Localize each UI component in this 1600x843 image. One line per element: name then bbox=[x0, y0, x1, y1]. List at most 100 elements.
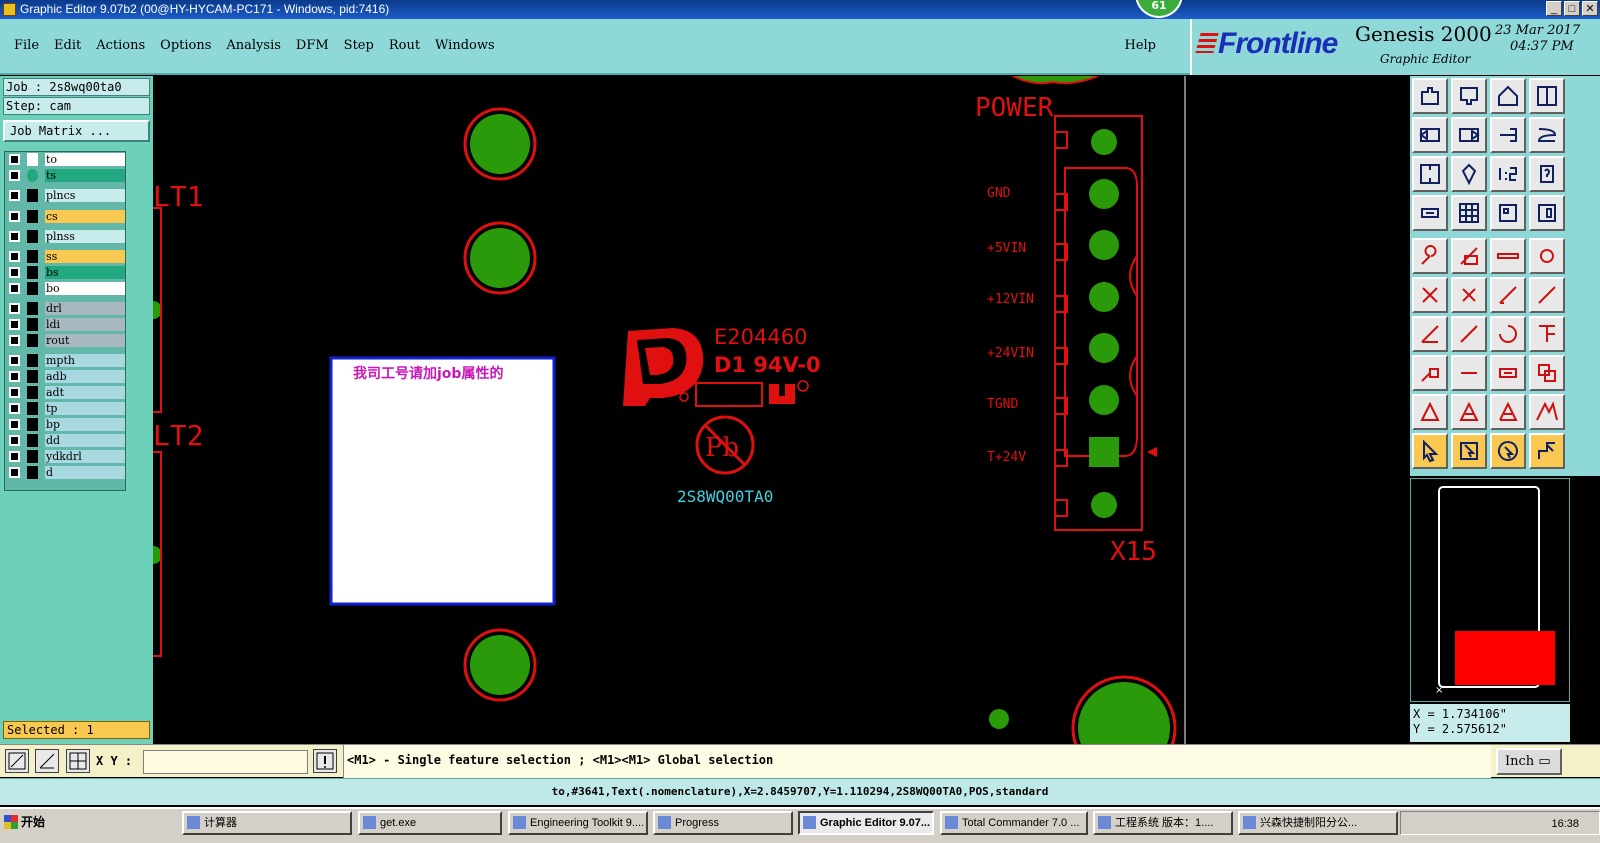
taskbar-item[interactable]: Engineering Toolkit 9.... bbox=[508, 811, 648, 835]
layer-checkbox[interactable] bbox=[9, 211, 20, 222]
zoom-fit-icon[interactable] bbox=[1412, 156, 1448, 192]
query-icon[interactable] bbox=[1529, 156, 1565, 192]
rotate-icon[interactable] bbox=[1490, 316, 1526, 352]
grid-icon[interactable] bbox=[1451, 195, 1487, 231]
angle-icon[interactable] bbox=[1412, 316, 1448, 352]
xy-input[interactable] bbox=[143, 750, 308, 774]
layer-work-mark[interactable] bbox=[27, 189, 38, 202]
measure-icon[interactable] bbox=[35, 749, 59, 773]
warning-icon[interactable] bbox=[1412, 394, 1448, 430]
alert-icon[interactable] bbox=[313, 749, 337, 773]
taskbar-item[interactable]: get.exe bbox=[358, 811, 502, 835]
reshape-icon[interactable] bbox=[1529, 355, 1565, 391]
select-arrow-icon[interactable] bbox=[1412, 433, 1448, 469]
layer-work-mark[interactable] bbox=[27, 386, 38, 399]
layer-work-mark[interactable] bbox=[27, 354, 38, 367]
layer-row-ts[interactable]: ts bbox=[9, 169, 125, 182]
slash-icon[interactable] bbox=[1451, 316, 1487, 352]
pan-left-icon[interactable] bbox=[1412, 117, 1448, 153]
layer-checkbox[interactable] bbox=[9, 319, 20, 330]
layer-work-mark[interactable] bbox=[27, 230, 38, 243]
home-bottom-icon[interactable] bbox=[1451, 78, 1487, 114]
taskbar-item[interactable]: 兴森快捷制阳分公... bbox=[1238, 811, 1398, 835]
layer-row-adt[interactable]: adt bbox=[9, 386, 125, 399]
layer-checkbox[interactable] bbox=[9, 283, 20, 294]
delete-feature-icon[interactable] bbox=[1451, 277, 1487, 313]
layer-work-mark[interactable] bbox=[27, 282, 38, 295]
layer-checkbox[interactable] bbox=[9, 403, 20, 414]
mirror-icon[interactable] bbox=[1529, 316, 1565, 352]
layer-checkbox[interactable] bbox=[9, 303, 20, 314]
minimize-button[interactable]: _ bbox=[1546, 1, 1562, 16]
select-box-icon[interactable] bbox=[1451, 433, 1487, 469]
layer-work-mark[interactable] bbox=[27, 318, 38, 331]
units-selector[interactable]: Inch ▭ bbox=[1496, 748, 1562, 775]
layer-checkbox[interactable] bbox=[9, 190, 20, 201]
layer-checkbox[interactable] bbox=[9, 419, 20, 430]
circle-fill-icon[interactable] bbox=[1529, 238, 1565, 274]
resize-icon[interactable] bbox=[1490, 355, 1526, 391]
close-button[interactable]: ✕ bbox=[1582, 1, 1598, 16]
menu-file[interactable]: File bbox=[14, 38, 39, 53]
pcb-drawing[interactable]: LT1 LT2 我司工号请加job属性的 E204460 D1 94V-0 Pb… bbox=[153, 76, 1410, 744]
overview-window[interactable]: × bbox=[1410, 478, 1570, 702]
layer-checkbox[interactable] bbox=[9, 170, 20, 181]
layer-row-ldi[interactable]: ldi bbox=[9, 318, 125, 331]
layer-row-adb[interactable]: adb bbox=[9, 370, 125, 383]
layer-work-mark[interactable] bbox=[27, 250, 38, 263]
snap-icon[interactable] bbox=[1412, 195, 1448, 231]
layer-row-drl[interactable]: drl bbox=[9, 302, 125, 315]
menu-help[interactable]: Help bbox=[1124, 38, 1156, 53]
layer-work-mark[interactable] bbox=[27, 266, 38, 279]
zoom-area-icon[interactable] bbox=[5, 749, 29, 773]
grid-snap-icon[interactable] bbox=[66, 749, 90, 773]
layer-work-mark[interactable] bbox=[27, 370, 38, 383]
layer-work-mark[interactable] bbox=[27, 450, 38, 463]
ruler-icon[interactable] bbox=[1490, 238, 1526, 274]
layer-work-mark[interactable] bbox=[27, 153, 38, 166]
layer-row-plncs[interactable]: plncs bbox=[9, 189, 125, 202]
layer-work-mark[interactable] bbox=[27, 302, 38, 315]
taskbar-item[interactable]: Progress bbox=[653, 811, 793, 835]
home-top-icon[interactable] bbox=[1412, 78, 1448, 114]
layer-work-mark[interactable] bbox=[27, 210, 38, 223]
layer-row-dd[interactable]: dd bbox=[9, 434, 125, 447]
menu-step[interactable]: Step bbox=[344, 38, 374, 53]
layer-row-bo[interactable]: bo bbox=[9, 282, 125, 295]
line-add-icon[interactable] bbox=[1412, 277, 1448, 313]
layer-checkbox[interactable] bbox=[9, 435, 20, 446]
layer-work-mark[interactable] bbox=[27, 169, 38, 182]
layer-checkbox[interactable] bbox=[9, 387, 20, 398]
taskbar-item[interactable]: Graphic Editor 9.07... bbox=[798, 811, 934, 835]
menu-dfm[interactable]: DFM bbox=[296, 38, 329, 53]
menu-options[interactable]: Options bbox=[160, 38, 211, 53]
menu-analysis[interactable]: Analysis bbox=[226, 38, 281, 53]
layer-compare-icon[interactable] bbox=[1490, 195, 1526, 231]
layer-checkbox[interactable] bbox=[9, 467, 20, 478]
layer-checkbox[interactable] bbox=[9, 451, 20, 462]
zoom-center-icon[interactable] bbox=[1451, 156, 1487, 192]
layer-copy-icon[interactable] bbox=[1529, 195, 1565, 231]
delta-icon[interactable] bbox=[1451, 394, 1487, 430]
layer-row-plnss[interactable]: plnss bbox=[9, 230, 125, 243]
layer-row-to[interactable]: to bbox=[9, 153, 125, 166]
layer-work-mark[interactable] bbox=[27, 418, 38, 431]
layer-row-mpth[interactable]: mpth bbox=[9, 354, 125, 367]
delta-double-icon[interactable] bbox=[1529, 394, 1565, 430]
menu-windows[interactable]: Windows bbox=[435, 38, 495, 53]
undo-view-icon[interactable] bbox=[1490, 117, 1526, 153]
start-button[interactable]: 开始 bbox=[1, 811, 53, 835]
layer-row-ss[interactable]: ss bbox=[9, 250, 125, 263]
delta-fill-icon[interactable] bbox=[1490, 394, 1526, 430]
layer-checkbox[interactable] bbox=[9, 355, 20, 366]
layer-row-bp[interactable]: bp bbox=[9, 418, 125, 431]
layer-row-ydkdrl[interactable]: ydkdrl bbox=[9, 450, 125, 463]
house-icon[interactable] bbox=[1490, 78, 1526, 114]
layer-checkbox[interactable] bbox=[9, 251, 20, 262]
move-icon[interactable] bbox=[1490, 277, 1526, 313]
layer-row-rout[interactable]: rout bbox=[9, 334, 125, 347]
layer-work-mark[interactable] bbox=[27, 466, 38, 479]
split-view-icon[interactable] bbox=[1529, 78, 1565, 114]
surface-add-icon[interactable] bbox=[1451, 238, 1487, 274]
select-route-icon[interactable] bbox=[1529, 433, 1565, 469]
